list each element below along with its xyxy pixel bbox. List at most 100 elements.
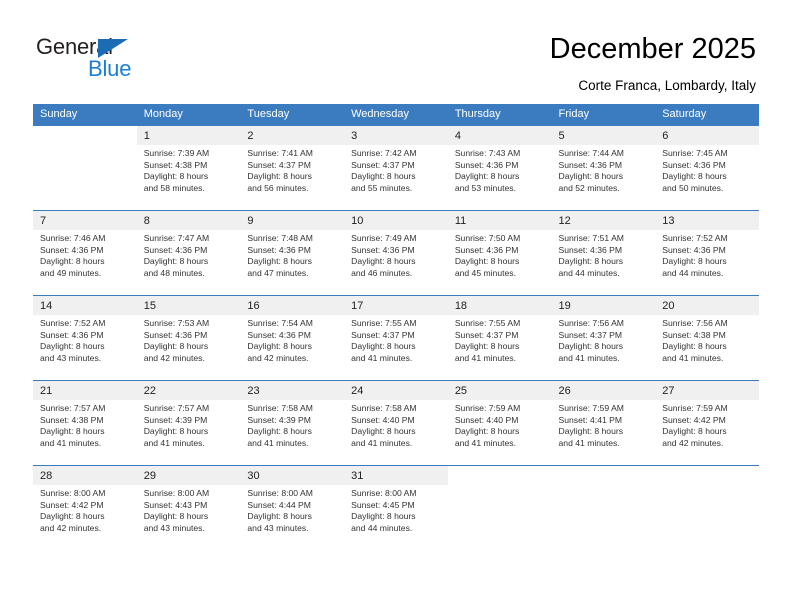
day-number[interactable]: 19: [551, 295, 656, 315]
day-daylight-text: and 45 minutes.: [454, 267, 516, 278]
day-number[interactable]: 24: [344, 380, 448, 400]
day-number[interactable]: 17: [344, 295, 448, 315]
day-number[interactable]: 13: [655, 210, 759, 230]
day-info: Sunrise: 7:52 AM Sunset: 4:36 PM Daylight:…: [33, 315, 137, 381]
day-sunset-text: Sunset: 4:36 PM: [40, 329, 104, 340]
day-number[interactable]: 16: [240, 295, 345, 315]
day-info: Sunrise: 7:44 AM Sunset: 4:36 PM Daylight:…: [551, 145, 656, 211]
day-number[interactable]: 2: [240, 126, 345, 145]
day-sunrise-text: Sunrise: 7:42 AM: [351, 148, 417, 158]
day-number[interactable]: 22: [136, 380, 241, 400]
week-daynumber-row: 7 8 9 10 11 12 13: [33, 210, 759, 230]
day-daylight-text: Daylight: 8 hours: [40, 256, 105, 267]
day-number[interactable]: 28: [33, 465, 137, 485]
day-number[interactable]: 5: [551, 126, 656, 145]
day-number[interactable]: 11: [447, 210, 552, 230]
day-info: Sunrise: 8:00 AM Sunset: 4:42 PM Daylight:…: [33, 485, 137, 550]
day-daylight-text: and 42 minutes.: [662, 437, 724, 448]
day-info: Sunrise: 7:48 AM Sunset: 4:36 PM Daylight:…: [240, 230, 345, 296]
day-sunrise-text: Sunrise: 7:56 AM: [662, 318, 728, 328]
day-info: Sunrise: 7:59 AM Sunset: 4:42 PM Daylight:…: [655, 400, 759, 466]
day-number[interactable]: 26: [551, 380, 656, 400]
weekday-header-monday: Monday: [136, 104, 241, 126]
day-number[interactable]: 1: [136, 126, 241, 145]
day-daylight-text: Daylight: 8 hours: [351, 341, 416, 352]
day-sunset-text: Sunset: 4:41 PM: [558, 414, 623, 425]
day-daylight-text: and 41 minutes.: [558, 352, 620, 363]
day-sunrise-text: Sunrise: 7:54 AM: [247, 318, 313, 328]
week-daynumber-row: 123456: [33, 126, 759, 145]
week-daynumber-row: 14 15 16 17 18 19 20: [33, 295, 759, 315]
day-info: Sunrise: 7:54 AM Sunset: 4:36 PM Daylight:…: [240, 315, 345, 381]
day-number[interactable]: 15: [136, 295, 241, 315]
day-sunrise-text: Sunrise: 7:45 AM: [662, 148, 728, 158]
day-number[interactable]: 8: [136, 210, 241, 230]
day-info: Sunrise: 7:49 AM Sunset: 4:36 PM Daylight:…: [344, 230, 448, 296]
weekday-header-thursday: Thursday: [447, 104, 552, 126]
day-info: Sunrise: 7:41 AM Sunset: 4:37 PM Daylight:…: [240, 145, 345, 211]
day-number[interactable]: 4: [447, 126, 552, 145]
week-detail-row: Sunrise: 7:46 AM Sunset: 4:36 PM Daylight:…: [33, 230, 759, 296]
day-sunrise-text: Sunrise: 7:55 AM: [454, 318, 521, 328]
day-info: Sunrise: 7:43 AM Sunset: 4:36 PM Daylight:…: [447, 145, 552, 211]
day-number[interactable]: 29: [136, 465, 241, 485]
day-sunrise-text: Sunrise: 8:00 AM: [247, 488, 313, 498]
day-info: Sunrise: 7:55 AM Sunset: 4:37 PM Daylight:…: [447, 315, 552, 381]
day-number[interactable]: 18: [447, 295, 552, 315]
day-number[interactable]: 7: [33, 210, 137, 230]
day-number[interactable]: 14: [33, 295, 137, 315]
day-daylight-text: and 41 minutes.: [662, 352, 724, 363]
day-sunset-text: Sunset: 4:36 PM: [40, 244, 104, 255]
day-info: Sunrise: 7:57 AM Sunset: 4:38 PM Daylight:…: [33, 400, 137, 466]
day-number[interactable]: 6: [655, 126, 759, 145]
day-sunrise-text: Sunrise: 7:52 AM: [40, 318, 106, 328]
day-number[interactable]: 9: [240, 210, 345, 230]
day-sunset-text: Sunset: 4:38 PM: [662, 329, 726, 340]
day-daylight-text: Daylight: 8 hours: [662, 426, 727, 437]
day-daylight-text: and 41 minutes.: [351, 352, 413, 363]
day-sunset-text: Sunset: 4:36 PM: [558, 159, 623, 170]
day-number[interactable]: 27: [655, 380, 759, 400]
day-daylight-text: and 52 minutes.: [558, 182, 620, 193]
day-daylight-text: Daylight: 8 hours: [454, 341, 520, 352]
day-daylight-text: Daylight: 8 hours: [351, 511, 416, 522]
day-daylight-text: Daylight: 8 hours: [351, 256, 416, 267]
day-sunset-text: Sunset: 4:43 PM: [143, 499, 208, 510]
day-sunrise-text: Sunrise: 7:50 AM: [454, 233, 521, 243]
day-number[interactable]: 23: [240, 380, 345, 400]
day-sunrise-text: Sunrise: 7:57 AM: [40, 403, 106, 413]
day-info: Sunrise: 7:42 AM Sunset: 4:37 PM Daylight:…: [344, 145, 448, 211]
day-sunrise-text: Sunrise: 7:53 AM: [143, 318, 210, 328]
day-number[interactable]: 10: [344, 210, 448, 230]
day-number[interactable]: 20: [655, 295, 759, 315]
day-daylight-text: and 46 minutes.: [351, 267, 413, 278]
logo-text-blue: Blue: [88, 56, 132, 81]
day-sunset-text: Sunset: 4:36 PM: [247, 244, 311, 255]
day-daylight-text: and 55 minutes.: [351, 182, 413, 193]
day-sunrise-text: Sunrise: 7:43 AM: [454, 148, 521, 158]
day-sunrise-text: Sunrise: 7:56 AM: [558, 318, 624, 328]
day-info-empty: [551, 485, 656, 550]
day-daylight-text: Daylight: 8 hours: [558, 171, 624, 182]
general-blue-logo[interactable]: General Blue: [36, 36, 166, 84]
day-info: Sunrise: 8:00 AM Sunset: 4:45 PM Daylight:…: [344, 485, 448, 550]
day-daylight-text: and 41 minutes.: [143, 437, 205, 448]
day-daylight-text: Daylight: 8 hours: [247, 426, 312, 437]
day-number[interactable]: 21: [33, 380, 137, 400]
day-number[interactable]: 30: [240, 465, 345, 485]
day-number[interactable]: 12: [551, 210, 656, 230]
weekday-header-friday: Friday: [551, 104, 656, 126]
day-sunset-text: Sunset: 4:38 PM: [143, 159, 208, 170]
day-number[interactable]: 31: [344, 465, 448, 485]
day-daylight-text: and 43 minutes.: [143, 522, 205, 533]
day-sunrise-text: Sunrise: 7:48 AM: [247, 233, 313, 243]
day-number[interactable]: 25: [447, 380, 552, 400]
day-sunset-text: Sunset: 4:37 PM: [351, 159, 415, 170]
week-detail-row: Sunrise: 7:39 AM Sunset: 4:38 PM Daylight:…: [33, 145, 759, 211]
day-info: Sunrise: 7:59 AM Sunset: 4:40 PM Daylight:…: [447, 400, 552, 466]
day-number[interactable]: 3: [344, 126, 448, 145]
day-sunrise-text: Sunrise: 7:59 AM: [662, 403, 728, 413]
day-daylight-text: Daylight: 8 hours: [351, 426, 416, 437]
day-daylight-text: Daylight: 8 hours: [143, 426, 209, 437]
day-daylight-text: Daylight: 8 hours: [143, 511, 209, 522]
